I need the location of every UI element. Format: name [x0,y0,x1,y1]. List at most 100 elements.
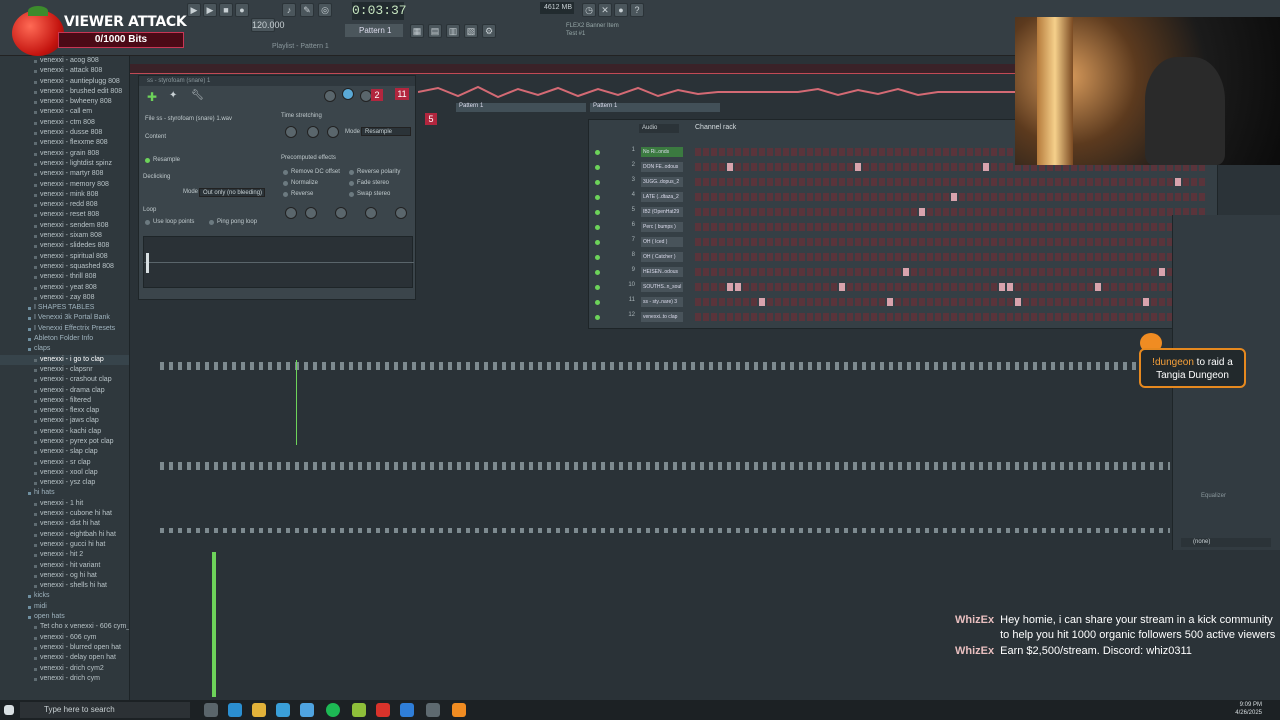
step-button[interactable] [871,208,877,216]
channel-mixer-number[interactable]: 6 [625,222,635,228]
step-button[interactable] [863,283,869,291]
channel-mute-led[interactable] [595,165,600,170]
step-button[interactable] [735,223,741,231]
step-button[interactable] [847,148,853,156]
step-button[interactable] [1015,193,1021,201]
step-button[interactable] [943,193,949,201]
step-button[interactable] [1143,178,1149,186]
step-button[interactable] [903,238,909,246]
step-button[interactable] [999,298,1005,306]
step-button[interactable] [1111,223,1117,231]
browser-item[interactable]: venexxi - zay 808 [0,293,129,303]
step-button[interactable] [807,148,813,156]
channel-mixer-number[interactable]: 10 [625,282,635,288]
step-button[interactable] [831,163,837,171]
step-button[interactable] [871,283,877,291]
step-button[interactable] [727,283,733,291]
channel-name-button[interactable]: OH ( Iced ) [641,237,683,247]
step-button[interactable] [711,163,717,171]
step-button[interactable] [1143,238,1149,246]
step-button[interactable] [751,238,757,246]
step-button[interactable] [999,238,1005,246]
step-button[interactable] [1151,208,1157,216]
step-button[interactable] [815,298,821,306]
step-button[interactable] [887,223,893,231]
step-button[interactable] [815,223,821,231]
step-button[interactable] [1063,223,1069,231]
step-button[interactable] [935,223,941,231]
step-button[interactable] [959,193,965,201]
step-button[interactable] [783,148,789,156]
step-button[interactable] [823,298,829,306]
metronome-icon[interactable]: ♪ [282,3,296,17]
step-button[interactable] [951,298,957,306]
step-button[interactable] [1047,298,1053,306]
step-button[interactable] [735,283,741,291]
step-button[interactable] [823,238,829,246]
step-button[interactable] [951,238,957,246]
step-button[interactable] [1119,253,1125,261]
step-button[interactable] [1143,253,1149,261]
step-button[interactable] [1095,268,1101,276]
step-button[interactable] [927,178,933,186]
step-button[interactable] [1079,313,1085,321]
step-button[interactable] [943,313,949,321]
step-button[interactable] [1127,178,1133,186]
step-button[interactable] [1007,313,1013,321]
step-button[interactable] [767,313,773,321]
browser-item[interactable]: venexxi - delay open hat [0,653,129,663]
browser-item[interactable]: venexxi - acog 808 [0,56,129,66]
trim-knob[interactable] [395,207,407,219]
step-button[interactable] [975,313,981,321]
step-button[interactable] [1143,283,1149,291]
step-button[interactable] [759,208,765,216]
step-button[interactable] [863,268,869,276]
pan-knob[interactable] [324,90,336,102]
step-button[interactable] [1039,253,1045,261]
volume-knob[interactable] [342,88,354,100]
browser-item[interactable]: venexxi - hit 2 [0,550,129,560]
step-button[interactable] [895,268,901,276]
step-button[interactable] [1103,238,1109,246]
step-button[interactable] [847,238,853,246]
channel-name-button[interactable]: No Ri..onds [641,147,683,157]
step-button[interactable] [839,283,845,291]
channel-settings-window[interactable]: ss - styrofoam (snare) 1 ✚ ✦ 🔧︎ 2 11 Fil… [138,75,416,300]
step-button[interactable] [1007,238,1013,246]
step-button[interactable] [1071,313,1077,321]
step-button[interactable] [791,178,797,186]
channel-rack-icon[interactable]: ▥ [446,24,460,38]
step-button[interactable] [983,238,989,246]
step-button[interactable] [751,313,757,321]
browser-item[interactable]: venexxi - call em [0,107,129,117]
step-button[interactable] [1023,238,1029,246]
step-button[interactable] [927,313,933,321]
step-button[interactable] [807,283,813,291]
step-button[interactable] [967,208,973,216]
step-button[interactable] [839,193,845,201]
step-button[interactable] [1127,313,1133,321]
step-button[interactable] [775,268,781,276]
step-button[interactable] [767,148,773,156]
browser-folder[interactable]: claps [0,344,129,354]
channel-mute-led[interactable] [595,195,600,200]
step-button[interactable] [927,283,933,291]
step-button[interactable] [743,163,749,171]
step-button[interactable] [703,193,709,201]
step-button[interactable] [751,148,757,156]
step-button[interactable] [839,268,845,276]
step-button[interactable] [1055,253,1061,261]
step-button[interactable] [911,253,917,261]
step-button[interactable] [1159,223,1165,231]
step-button[interactable] [1007,298,1013,306]
step-button[interactable] [895,253,901,261]
pong-knob[interactable] [335,207,347,219]
step-button[interactable] [791,193,797,201]
step-button[interactable] [983,148,989,156]
step-button[interactable] [1007,253,1013,261]
step-button[interactable] [751,283,757,291]
step-button[interactable] [1031,208,1037,216]
step-button[interactable] [1071,268,1077,276]
browser-item[interactable]: venexxi - memory 808 [0,180,129,190]
windows-start-icon[interactable] [4,705,14,715]
